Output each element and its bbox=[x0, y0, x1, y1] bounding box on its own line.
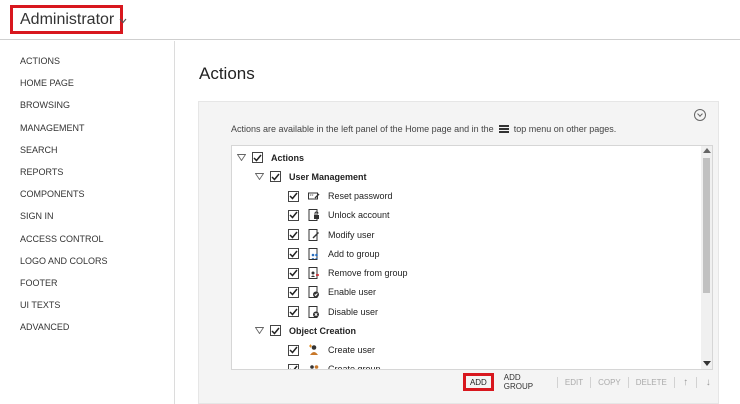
tree-node-remove-from-group[interactable]: Remove from group bbox=[288, 264, 408, 283]
actions-description: Actions are available in the left panel … bbox=[231, 124, 616, 134]
sidebar-item-actions[interactable]: ACTIONS bbox=[0, 54, 174, 76]
scroll-up-arrow-icon[interactable] bbox=[703, 148, 711, 153]
scroll-down-arrow-icon[interactable] bbox=[703, 361, 711, 366]
create-user-icon bbox=[307, 344, 320, 357]
description-text-end: top menu on other pages. bbox=[513, 124, 617, 134]
add-group-button[interactable]: ADD GROUP bbox=[497, 373, 557, 391]
expand-triangle-icon[interactable] bbox=[254, 326, 264, 336]
sidebar-item-access-control[interactable]: ACCESS CONTROL bbox=[0, 232, 174, 254]
sidebar-item-browsing[interactable]: BROWSING bbox=[0, 98, 174, 120]
sidebar-item-components[interactable]: COMPONENTS bbox=[0, 187, 174, 209]
tree-node-label: Actions bbox=[271, 152, 305, 163]
node-checkbox[interactable] bbox=[270, 171, 281, 183]
tree-node-reset-password[interactable]: ** Reset password bbox=[288, 187, 393, 206]
collapse-panel-icon[interactable] bbox=[694, 109, 706, 121]
node-checkbox[interactable] bbox=[288, 344, 299, 356]
tree-node-label: Create user bbox=[328, 345, 376, 355]
node-checkbox[interactable] bbox=[288, 190, 299, 202]
move-down-icon[interactable]: ↓ bbox=[697, 373, 719, 391]
sidebar-item-search[interactable]: SEARCH bbox=[0, 143, 174, 165]
node-checkbox[interactable] bbox=[288, 306, 299, 317]
svg-text:**: ** bbox=[309, 194, 313, 199]
edit-button[interactable]: EDIT bbox=[558, 373, 590, 391]
sidebar-item-ui-texts[interactable]: UI TEXTS bbox=[0, 298, 174, 320]
settings-sidebar: ACTIONS HOME PAGE BROWSING MANAGEMENT SEARCH… bbox=[0, 41, 175, 404]
page-title: Actions bbox=[199, 64, 255, 83]
actions-panel: Actions are available in the left panel … bbox=[198, 101, 719, 404]
tree-node-label: Unlock account bbox=[328, 210, 390, 221]
tree-node-label: Add to group bbox=[328, 248, 380, 259]
move-up-icon[interactable]: ↑ bbox=[675, 373, 697, 391]
tree-node-create-group[interactable]: Create group bbox=[288, 360, 381, 370]
scroll-thumb[interactable] bbox=[703, 158, 710, 293]
node-checkbox[interactable] bbox=[288, 248, 299, 260]
tree-node-label: Modify user bbox=[328, 229, 375, 240]
tree-toolbar: ADD ADD GROUP EDIT COPY DELETE ↑ ↓ bbox=[463, 372, 719, 392]
copy-button[interactable]: COPY bbox=[591, 373, 628, 391]
tree-node-disable-user[interactable]: Disable user bbox=[288, 302, 378, 321]
reset-password-icon: ** bbox=[307, 190, 320, 203]
sidebar-item-management[interactable]: MANAGEMENT bbox=[0, 121, 174, 143]
actions-tree[interactable]: Actions User Management ** Reset password Un… bbox=[231, 145, 713, 370]
tree-node-add-to-group[interactable]: Add to group bbox=[288, 244, 380, 263]
unlock-account-icon bbox=[307, 209, 320, 222]
add-to-group-icon bbox=[307, 247, 320, 260]
tree-node-unlock-account[interactable]: Unlock account bbox=[288, 206, 390, 225]
tree-node-enable-user[interactable]: Enable user bbox=[288, 283, 376, 302]
hamburger-menu-icon bbox=[498, 125, 509, 133]
tree-node-label: User Management bbox=[289, 171, 367, 182]
chevron-down-icon bbox=[119, 16, 127, 27]
disable-user-icon bbox=[307, 305, 320, 318]
sidebar-item-footer[interactable]: FOOTER bbox=[0, 276, 174, 298]
tree-node-user-management[interactable]: User Management bbox=[254, 167, 367, 186]
tree-node-label: Enable user bbox=[328, 287, 377, 298]
expand-triangle-icon[interactable] bbox=[254, 172, 264, 182]
node-checkbox[interactable] bbox=[288, 363, 299, 369]
tree-node-label: Reset password bbox=[328, 191, 393, 201]
sidebar-nav: ACTIONS HOME PAGE BROWSING MANAGEMENT SEARCH… bbox=[0, 41, 174, 342]
node-checkbox[interactable] bbox=[288, 209, 299, 221]
remove-from-group-icon bbox=[307, 267, 320, 280]
main-content: Actions Actions are available in the lef… bbox=[176, 41, 740, 404]
top-bar: Administrator bbox=[0, 0, 740, 40]
node-checkbox[interactable] bbox=[288, 267, 299, 279]
sidebar-item-sign-in[interactable]: SIGN IN bbox=[0, 209, 174, 231]
tree-node-label: Remove from group bbox=[328, 268, 408, 278]
tree-node-actions[interactable]: Actions bbox=[236, 148, 304, 167]
expand-triangle-icon[interactable] bbox=[236, 153, 246, 163]
delete-button[interactable]: DELETE bbox=[629, 373, 674, 391]
sidebar-item-logo-and-colors[interactable]: LOGO AND COLORS bbox=[0, 254, 174, 276]
node-checkbox[interactable] bbox=[252, 152, 263, 163]
tree-node-object-creation[interactable]: Object Creation bbox=[254, 321, 356, 340]
sidebar-item-advanced[interactable]: ADVANCED bbox=[0, 320, 174, 342]
modify-user-icon bbox=[307, 228, 320, 241]
sidebar-item-home-page[interactable]: HOME PAGE bbox=[0, 76, 174, 98]
tree-node-create-user[interactable]: Create user bbox=[288, 341, 375, 360]
enable-user-icon bbox=[307, 286, 320, 299]
description-text-start: Actions are available in the left panel … bbox=[231, 124, 494, 134]
tree-node-modify-user[interactable]: Modify user bbox=[288, 225, 375, 244]
tree-node-label: Disable user bbox=[328, 306, 379, 317]
create-group-icon bbox=[307, 363, 320, 369]
node-checkbox[interactable] bbox=[288, 229, 299, 240]
add-button[interactable]: ADD bbox=[463, 373, 494, 391]
tree-node-label: Object Creation bbox=[289, 325, 357, 336]
role-switcher-dropdown[interactable]: Administrator bbox=[10, 5, 127, 34]
role-label: Administrator bbox=[20, 10, 115, 28]
tree-scrollbar[interactable] bbox=[701, 146, 712, 369]
node-checkbox[interactable] bbox=[270, 325, 281, 337]
tree-node-label: Create group bbox=[328, 364, 381, 370]
node-checkbox[interactable] bbox=[288, 286, 299, 298]
sidebar-item-reports[interactable]: REPORTS bbox=[0, 165, 174, 187]
